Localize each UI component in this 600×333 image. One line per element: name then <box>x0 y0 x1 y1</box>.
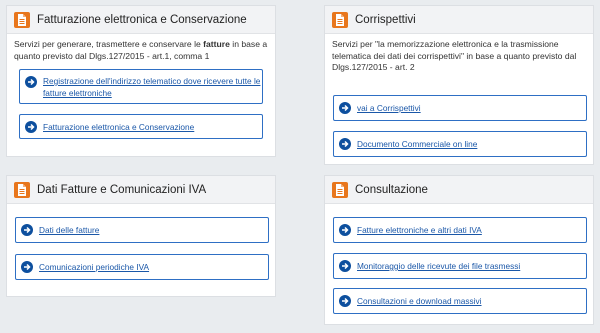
card-corrispettivi: Corrispettivi Servizi per "la memorizzaz… <box>324 5 594 165</box>
card-description: Servizi per generare, trasmettere e cons… <box>14 39 268 61</box>
link-dati-delle-fatture[interactable]: Dati delle fatture <box>15 217 269 243</box>
link-label[interactable]: Fatturazione elettronica e Conservazione <box>43 121 194 133</box>
link-label[interactable]: Comunicazioni periodiche IVA <box>39 261 149 273</box>
arrow-right-circle-icon <box>21 261 33 273</box>
link-comunicazioni-periodiche-iva[interactable]: Comunicazioni periodiche IVA <box>15 254 269 280</box>
arrow-right-circle-icon <box>21 224 33 236</box>
card-description: Servizi per "la memorizzazione elettroni… <box>332 39 577 72</box>
arrow-right-circle-icon <box>339 224 351 236</box>
link-label[interactable]: Fatture elettroniche e altri dati IVA <box>357 224 482 236</box>
card-fatturazione: Fatturazione elettronica e Conservazione… <box>6 5 276 157</box>
link-label[interactable]: Monitoraggio delle ricevute dei file tra… <box>357 260 520 272</box>
link-registrazione-indirizzo[interactable]: Registrazione dell'indirizzo telematico … <box>19 69 263 104</box>
link-monitoraggio-ricevute[interactable]: Monitoraggio delle ricevute dei file tra… <box>333 253 587 279</box>
document-icon <box>332 181 348 198</box>
card-header: Consultazione <box>325 176 593 204</box>
link-documento-commerciale[interactable]: Documento Commerciale on line <box>333 131 587 157</box>
card-title: Consultazione <box>355 183 428 196</box>
arrow-right-circle-icon <box>25 120 37 133</box>
link-label[interactable]: Consultazioni e download massivi <box>357 295 482 307</box>
link-vai-a-corrispettivi[interactable]: vai a Corrispettivi <box>333 95 587 121</box>
link-label[interactable]: Documento Commerciale on line <box>357 138 477 150</box>
card-title: Fatturazione elettronica e Conservazione <box>37 13 247 26</box>
arrow-right-circle-icon <box>339 295 351 307</box>
document-icon <box>14 181 30 198</box>
arrow-right-circle-icon <box>339 138 351 150</box>
link-label[interactable]: Registrazione dell'indirizzo telematico … <box>43 75 262 99</box>
card-title: Dati Fatture e Comunicazioni IVA <box>37 183 207 196</box>
arrow-right-circle-icon <box>339 260 351 272</box>
card-header: Corrispettivi <box>325 6 593 34</box>
link-label[interactable]: vai a Corrispettivi <box>357 102 421 114</box>
link-consultazioni-download-massivi[interactable]: Consultazioni e download massivi <box>333 288 587 314</box>
card-header: Fatturazione elettronica e Conservazione <box>7 6 275 34</box>
arrow-right-circle-icon <box>25 76 37 88</box>
card-dati-fatture: Dati Fatture e Comunicazioni IVA Dati de… <box>6 175 276 297</box>
link-label[interactable]: Dati delle fatture <box>39 224 99 236</box>
card-title: Corrispettivi <box>355 13 416 26</box>
card-header: Dati Fatture e Comunicazioni IVA <box>7 176 275 204</box>
link-fatture-elettroniche-dati-iva[interactable]: Fatture elettroniche e altri dati IVA <box>333 217 587 243</box>
document-icon <box>14 11 30 28</box>
card-consultazione: Consultazione Fatture elettroniche e alt… <box>324 175 594 325</box>
arrow-right-circle-icon <box>339 102 351 114</box>
document-icon <box>332 11 348 28</box>
link-fatturazione-conservazione[interactable]: Fatturazione elettronica e Conservazione <box>19 114 263 139</box>
